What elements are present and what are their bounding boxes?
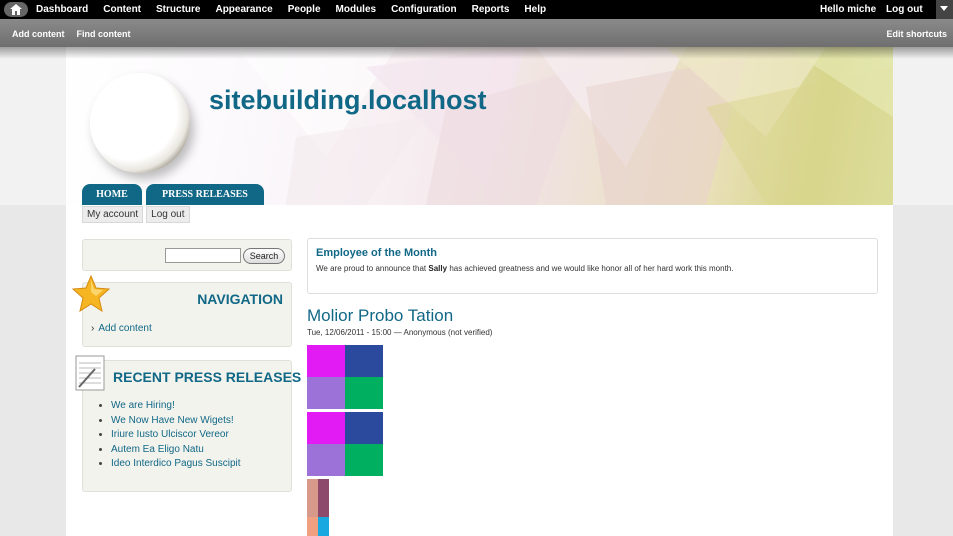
press-releases-list: We are Hiring! We Now Have New Wigets! I… — [111, 399, 241, 472]
press-releases-title: RECENT PRESS RELEASES — [113, 369, 302, 385]
logout-link[interactable]: Log out — [146, 206, 190, 223]
menu-dashboard[interactable]: Dashboard — [36, 4, 88, 15]
home-icon — [10, 4, 22, 15]
tab-home[interactable]: HOME — [82, 184, 142, 205]
menu-content[interactable]: Content — [103, 4, 141, 15]
header-decoration — [236, 47, 893, 205]
header-banner: sitebuilding.localhost HOME PRESS RELEAS… — [66, 47, 893, 205]
list-item[interactable]: Iriure Iusto Ulciscor Vereor — [111, 428, 241, 443]
swatch-lavender — [307, 444, 345, 476]
toolbar-logout-link[interactable]: Log out — [886, 4, 923, 15]
page-body: My account Log out Search NAVIGATION › Ad… — [66, 205, 893, 536]
swatch-navy — [345, 412, 383, 444]
shortcuts-toggle-button[interactable] — [936, 0, 953, 19]
menu-help[interactable]: Help — [524, 4, 546, 15]
node-submitted-meta: Tue, 12/06/2011 - 15:00 — Anonymous (not… — [307, 328, 493, 337]
tab-press-releases[interactable]: PRESS RELEASES — [146, 184, 264, 205]
hello-label: Hello — [820, 4, 845, 15]
menu-modules[interactable]: Modules — [336, 4, 377, 15]
eom-text-after: has achieved greatness and we would like… — [449, 264, 734, 273]
shortcut-add-content[interactable]: Add content — [12, 29, 65, 39]
username-link[interactable]: miche — [847, 4, 876, 15]
user-greeting: Hello miche — [820, 4, 876, 15]
eom-employee-name: Sally — [428, 264, 448, 273]
swatch-green — [345, 377, 383, 409]
node-title[interactable]: Molior Probo Tation — [307, 306, 453, 326]
star-icon — [71, 274, 111, 313]
node-image — [307, 412, 384, 476]
site-logo[interactable] — [90, 73, 190, 173]
menu-structure[interactable]: Structure — [156, 4, 200, 15]
nav-add-content-label: Add content — [98, 323, 152, 334]
node-image — [307, 479, 329, 536]
swatch-plum — [318, 479, 329, 517]
employee-of-month-block: Employee of the Month We are proud to an… — [307, 238, 878, 294]
search-button[interactable]: Search — [243, 248, 285, 264]
navigation-block: NAVIGATION › Add content — [82, 282, 292, 347]
menu-people[interactable]: People — [288, 4, 321, 15]
search-block: Search — [82, 239, 292, 271]
swatch-green — [345, 444, 383, 476]
list-item[interactable]: We Now Have New Wigets! — [111, 414, 241, 429]
swatch-navy — [345, 345, 383, 377]
swatch-salmon — [307, 479, 318, 517]
employee-of-month-text: We are proud to announce that Sally has … — [316, 264, 733, 273]
list-item[interactable]: Ideo Interdico Pagus Suscipit — [111, 457, 241, 472]
chevron-right-icon: › — [91, 323, 95, 334]
swatch-magenta — [307, 345, 345, 377]
site-header: sitebuilding.localhost HOME PRESS RELEAS… — [0, 47, 953, 205]
secondary-menu: My account Log out — [82, 206, 190, 223]
swatch-cyan — [318, 517, 329, 536]
edit-shortcuts-link[interactable]: Edit shortcuts — [886, 29, 947, 39]
swatch-peach — [307, 517, 318, 536]
shortcut-find-content[interactable]: Find content — [77, 29, 131, 39]
eom-text-before: We are proud to announce that — [316, 264, 427, 273]
toolbar-shadow — [0, 47, 953, 59]
menu-configuration[interactable]: Configuration — [391, 4, 457, 15]
list-item[interactable]: We are Hiring! — [111, 399, 241, 414]
nav-add-content-link[interactable]: › Add content — [91, 323, 152, 334]
main-menu: HOME PRESS RELEASES — [82, 184, 264, 205]
press-releases-block: RECENT PRESS RELEASES We are Hiring! We … — [82, 360, 301, 492]
home-button[interactable] — [4, 2, 28, 17]
chevron-down-icon — [940, 6, 948, 11]
site-name[interactable]: sitebuilding.localhost — [209, 85, 487, 116]
menu-appearance[interactable]: Appearance — [215, 4, 272, 15]
admin-toolbar: Dashboard Content Structure Appearance P… — [0, 0, 953, 19]
shortcuts-bar: Add content Find content Edit shortcuts — [0, 19, 953, 47]
employee-of-month-title: Employee of the Month — [316, 247, 437, 259]
swatch-lavender — [307, 377, 345, 409]
search-input[interactable] — [165, 248, 241, 263]
swatch-magenta — [307, 412, 345, 444]
list-item[interactable]: Autem Ea Eligo Natu — [111, 443, 241, 458]
admin-menu: Dashboard Content Structure Appearance P… — [36, 4, 546, 15]
navigation-title: NAVIGATION — [197, 291, 283, 307]
notepad-icon — [75, 355, 105, 391]
menu-reports[interactable]: Reports — [472, 4, 510, 15]
node-image — [307, 345, 384, 409]
my-account-link[interactable]: My account — [82, 206, 144, 223]
